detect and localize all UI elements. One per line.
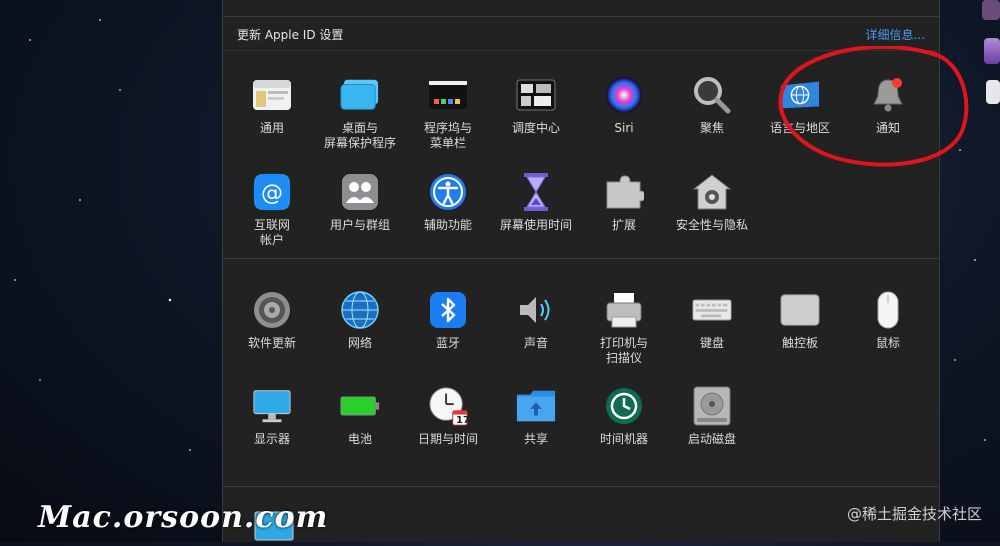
calendar-day: 17 — [456, 415, 470, 426]
details-link[interactable]: 详细信息... — [866, 26, 925, 43]
general-icon — [252, 75, 292, 115]
pref-label: 程序坞与 菜单栏 — [423, 121, 472, 150]
pref-siri[interactable]: Siri — [580, 75, 668, 136]
pref-bluetooth[interactable]: 蓝牙 — [404, 290, 492, 351]
pref-label: 桌面与 屏幕保护程序 — [323, 121, 396, 150]
pref-startup-disk[interactable]: 启动磁盘 — [668, 386, 756, 447]
pref-accessibility[interactable]: 辅助功能 — [404, 172, 492, 233]
pref-extensions[interactable]: 扩展 — [580, 172, 668, 233]
security-privacy-icon — [692, 172, 732, 212]
pref-network[interactable]: 网络 — [316, 290, 404, 351]
printers-scanners-icon — [604, 290, 644, 330]
pref-screen-time[interactable]: 屏幕使用时间 — [492, 172, 580, 233]
internet-accounts-icon: @ — [252, 172, 292, 212]
apple-id-banner-text: 更新 Apple ID 设置 — [237, 28, 344, 42]
pref-label: 启动磁盘 — [687, 432, 736, 446]
pref-label: 打印机与 扫描仪 — [599, 336, 648, 365]
pref-label: 触控板 — [781, 336, 818, 350]
accessibility-icon — [428, 172, 468, 212]
pref-label: 软件更新 — [247, 336, 296, 350]
pref-keyboard[interactable]: 键盘 — [668, 290, 756, 351]
sound-icon — [516, 290, 556, 330]
pref-dock-menubar[interactable]: 程序坞与 菜单栏 — [404, 75, 492, 151]
pref-internet-accounts[interactable]: @ 互联网 帐户 — [228, 172, 316, 248]
notifications-icon — [868, 75, 908, 115]
keyboard-icon — [692, 290, 732, 330]
sharing-icon — [516, 386, 556, 426]
pref-label: 时间机器 — [599, 432, 648, 446]
pref-notifications[interactable]: 通知 — [844, 75, 932, 136]
users-groups-icon — [340, 172, 380, 212]
pref-battery[interactable]: 电池 — [316, 386, 404, 447]
siri-icon — [604, 75, 644, 115]
pref-software-update[interactable]: 软件更新 — [228, 290, 316, 351]
pref-label: 鼠标 — [875, 336, 900, 350]
date-time-icon: 17 — [428, 386, 470, 426]
pref-mouse[interactable]: 鼠标 — [844, 290, 932, 351]
pref-label: 语言与地区 — [769, 121, 830, 135]
software-update-icon — [252, 290, 292, 330]
mouse-icon — [868, 290, 908, 330]
pref-label: 辅助功能 — [423, 218, 472, 232]
desktop-app-icon[interactable] — [986, 80, 1000, 104]
screen-time-icon — [516, 172, 556, 212]
desktop-app-icon[interactable] — [982, 0, 1000, 20]
system-preferences-window: 更新 Apple ID 设置 详细信息... 通用 桌面与 屏幕保护程序 程序坞… — [222, 0, 940, 542]
language-region-icon — [780, 75, 820, 115]
time-machine-icon — [604, 386, 644, 426]
battery-icon — [340, 386, 380, 426]
pref-sound[interactable]: 声音 — [492, 290, 580, 351]
pref-label: 共享 — [523, 432, 548, 446]
pref-displays[interactable]: 显示器 — [228, 386, 316, 447]
svg-text:@: @ — [261, 181, 283, 206]
pref-trackpad[interactable]: 触控板 — [756, 290, 844, 351]
pref-label: 通用 — [259, 121, 284, 135]
pref-label: 通知 — [875, 121, 900, 135]
desktop-app-icon[interactable] — [984, 38, 1000, 64]
trackpad-icon — [780, 290, 820, 330]
dock-menubar-icon — [428, 75, 468, 115]
displays-icon — [252, 386, 292, 426]
spotlight-icon — [692, 75, 732, 115]
divider — [223, 16, 939, 17]
pref-label: 扩展 — [611, 218, 636, 232]
pref-label: 声音 — [523, 336, 548, 350]
extensions-icon — [604, 172, 644, 212]
pref-mission-control[interactable]: 调度中心 — [492, 75, 580, 136]
bluetooth-icon — [428, 290, 468, 330]
pref-general[interactable]: 通用 — [228, 75, 316, 136]
divider — [223, 50, 939, 51]
section-divider — [223, 486, 939, 487]
pref-label: 调度中心 — [511, 121, 560, 135]
pref-label: 键盘 — [699, 336, 724, 350]
pref-date-time[interactable]: 17 日期与时间 — [404, 386, 492, 447]
pref-language-region[interactable]: 语言与地区 — [756, 75, 844, 136]
pref-label: 安全性与隐私 — [675, 218, 748, 232]
pref-label: 用户与群组 — [329, 218, 390, 232]
watermark-right: @稀土掘金技术社区 — [846, 505, 982, 523]
pref-printers-scanners[interactable]: 打印机与 扫描仪 — [580, 290, 668, 366]
pref-desktop-screensaver[interactable]: 桌面与 屏幕保护程序 — [316, 75, 404, 151]
mission-control-icon — [516, 75, 556, 115]
startup-disk-icon — [692, 386, 732, 426]
pref-label: 显示器 — [253, 432, 290, 446]
desktop-screensaver-icon — [340, 75, 380, 115]
pref-label: 互联网 帐户 — [253, 218, 290, 247]
pref-label: 聚焦 — [699, 121, 724, 135]
section-divider — [223, 258, 939, 259]
pref-users-groups[interactable]: 用户与群组 — [316, 172, 404, 233]
pref-label: 蓝牙 — [435, 336, 460, 350]
pref-spotlight[interactable]: 聚焦 — [668, 75, 756, 136]
pref-label: Siri — [614, 121, 634, 135]
watermark-left: Mac.orsoon.com — [38, 500, 329, 535]
pref-time-machine[interactable]: 时间机器 — [580, 386, 668, 447]
pref-label: 屏幕使用时间 — [499, 218, 572, 232]
pref-label: 日期与时间 — [417, 432, 478, 446]
pref-label: 电池 — [347, 432, 372, 446]
pref-security-privacy[interactable]: 安全性与隐私 — [668, 172, 756, 233]
network-icon — [340, 290, 380, 330]
pref-sharing[interactable]: 共享 — [492, 386, 580, 447]
pref-label: 网络 — [347, 336, 372, 350]
